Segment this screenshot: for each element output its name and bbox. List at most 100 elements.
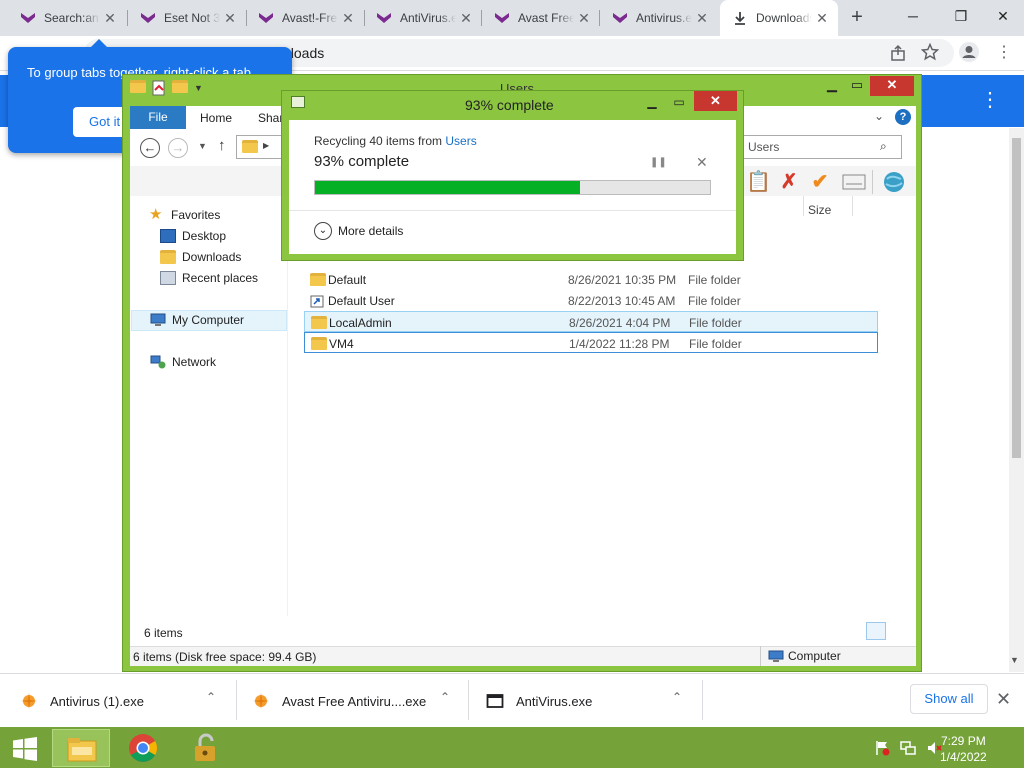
- new-document-icon[interactable]: [152, 80, 166, 96]
- dialog-maximize-button[interactable]: ▭: [668, 93, 690, 111]
- nav-favorites[interactable]: ★ Favorites: [149, 206, 221, 223]
- new-folder-icon[interactable]: [172, 80, 188, 93]
- clock-time: 7:29 PM: [941, 734, 986, 748]
- taskbar-clock[interactable]: 7:29 PM 1/4/2022: [940, 733, 987, 765]
- download-options-chevron-icon[interactable]: ⌃: [206, 690, 216, 704]
- explorer-maximize-button[interactable]: ▭: [845, 76, 869, 96]
- explorer-minimize-button[interactable]: ▁: [820, 76, 844, 96]
- show-all-button[interactable]: Show all: [910, 684, 988, 714]
- ribbon-expand-chevron-icon[interactable]: ⌄: [874, 109, 884, 123]
- taskbar-chrome[interactable]: [114, 729, 172, 767]
- column-divider: [852, 196, 853, 216]
- tab-close-icon[interactable]: ✕: [102, 10, 118, 26]
- back-arrow-icon[interactable]: ←: [140, 138, 160, 158]
- search-icon[interactable]: ⌕: [880, 139, 887, 154]
- tab-close-icon[interactable]: ✕: [814, 10, 830, 26]
- close-shelf-icon[interactable]: ✕: [996, 689, 1011, 710]
- delete-x-icon[interactable]: ✗: [777, 170, 801, 194]
- toolbar-separator: [872, 170, 873, 194]
- qat-dropdown-icon[interactable]: ▼: [194, 80, 203, 96]
- properties-card-icon[interactable]: [842, 173, 866, 191]
- tab-close-icon[interactable]: ✕: [576, 10, 592, 26]
- shelf-separator: [236, 680, 237, 720]
- page-scrollbar[interactable]: [1009, 128, 1024, 672]
- tab-close-icon[interactable]: ✕: [694, 10, 710, 26]
- folder-icon[interactable]: [130, 80, 146, 93]
- globe-icon[interactable]: [882, 170, 906, 194]
- taskbar-file-explorer[interactable]: [52, 729, 110, 767]
- network-tray-icon[interactable]: [900, 740, 916, 756]
- minimize-button[interactable]: ─: [890, 0, 936, 32]
- forward-arrow-icon[interactable]: →: [168, 138, 188, 158]
- downloads-menu-icon[interactable]: ⋮: [978, 86, 1002, 114]
- clipboard-icon[interactable]: 📋: [746, 170, 771, 194]
- recycling-prefix: Recycling 40 items from: [314, 134, 446, 148]
- nav-desktop[interactable]: Desktop: [160, 229, 226, 243]
- nav-my-computer[interactable]: My Computer: [150, 313, 244, 327]
- file-row[interactable]: Default User 8/22/2013 10:45 AM File fol…: [304, 290, 878, 311]
- file-date: 8/26/2021 10:35 PM: [568, 273, 677, 287]
- pause-icon[interactable]: ❚❚: [650, 157, 667, 168]
- tab-antivirus[interactable]: Antivirus.exe ✕: [600, 0, 718, 36]
- scroll-down-arrow-icon[interactable]: ▼: [1010, 655, 1019, 665]
- file-row[interactable]: Default 8/26/2021 10:35 PM File folder: [304, 269, 878, 290]
- nav-recent-places[interactable]: Recent places: [160, 271, 258, 285]
- file-row-selected[interactable]: LocalAdmin 8/26/2021 4:04 PM File folder: [304, 311, 878, 332]
- progress-bar-fill: [315, 181, 580, 194]
- status-location-label: Computer: [788, 649, 841, 663]
- browser-menu-icon[interactable]: ⋮: [996, 42, 1012, 62]
- ribbon-tab-home[interactable]: Home: [200, 111, 232, 125]
- explorer-close-button[interactable]: ✕: [870, 76, 914, 96]
- tab-downloads[interactable]: Downloads ✕: [720, 0, 838, 36]
- tab-close-icon[interactable]: ✕: [222, 10, 238, 26]
- star-icon: ★: [149, 206, 163, 223]
- large-icons-view-button[interactable]: [888, 622, 908, 640]
- details-view-button[interactable]: [866, 622, 886, 640]
- file-row-focused[interactable]: VM4 1/4/2022 11:28 PM File folder: [304, 332, 878, 353]
- nav-downloads[interactable]: Downloads: [160, 250, 241, 264]
- source-folder-link[interactable]: Users: [445, 134, 476, 148]
- tab-antivirus-exe[interactable]: AntiVirus.exe ✕: [364, 0, 482, 36]
- view-toggle: [866, 622, 908, 640]
- column-header-size[interactable]: Size: [808, 203, 831, 217]
- download-item[interactable]: AntiVirus.exe: [486, 690, 592, 712]
- action-center-flag-icon[interactable]: [874, 740, 890, 756]
- download-item[interactable]: Avast Free Antiviru....exe: [252, 690, 426, 712]
- cancel-icon[interactable]: ✕: [696, 154, 708, 171]
- recent-locations-dropdown-icon[interactable]: ▼: [198, 141, 207, 151]
- download-item[interactable]: Antivirus (1).exe: [20, 690, 144, 712]
- dialog-minimize-button[interactable]: ▁: [641, 93, 663, 111]
- nav-network[interactable]: Network: [150, 355, 216, 369]
- restore-button[interactable]: ❐: [938, 0, 984, 32]
- breadcrumb-chevron-icon[interactable]: ▶: [263, 141, 269, 150]
- ribbon-tab-file[interactable]: File: [130, 106, 186, 129]
- tab-avast-free[interactable]: Avast Free ✕: [482, 0, 600, 36]
- bookmark-star-icon[interactable]: [921, 43, 939, 61]
- dialog-close-button[interactable]: ✕: [694, 91, 737, 111]
- file-name: LocalAdmin: [329, 316, 392, 330]
- progress-percent-text: 93% complete: [314, 153, 410, 170]
- nav-favorites-label: Favorites: [171, 208, 221, 222]
- shelf-separator: [468, 680, 469, 720]
- status-location: Computer: [768, 649, 841, 663]
- help-icon[interactable]: ?: [895, 109, 911, 125]
- tab-search[interactable]: Search:antivirus ✕: [8, 0, 126, 36]
- recycle-dialog-icon: [291, 96, 305, 108]
- new-tab-button[interactable]: +: [846, 6, 868, 28]
- close-window-button[interactable]: ✕: [980, 0, 1024, 32]
- download-options-chevron-icon[interactable]: ⌃: [440, 690, 450, 704]
- scrollbar-thumb[interactable]: [1012, 138, 1021, 458]
- checkmark-icon[interactable]: ✔: [808, 170, 832, 194]
- tab-close-icon[interactable]: ✕: [458, 10, 474, 26]
- download-options-chevron-icon[interactable]: ⌃: [672, 690, 682, 704]
- tab-eset[interactable]: Eset Not 32 ✕: [128, 0, 246, 36]
- taskbar-app-lock[interactable]: [176, 729, 234, 767]
- tab-avast[interactable]: Avast!-Free ✕: [246, 0, 364, 36]
- windows-start-icon[interactable]: [12, 737, 38, 761]
- tab-close-icon[interactable]: ✕: [340, 10, 356, 26]
- more-details-toggle[interactable]: ⌄ More details: [314, 222, 403, 240]
- profile-avatar-icon[interactable]: [958, 41, 980, 63]
- up-arrow-icon[interactable]: ↑: [218, 137, 226, 154]
- column-divider: [803, 196, 804, 216]
- share-icon[interactable]: [889, 44, 907, 62]
